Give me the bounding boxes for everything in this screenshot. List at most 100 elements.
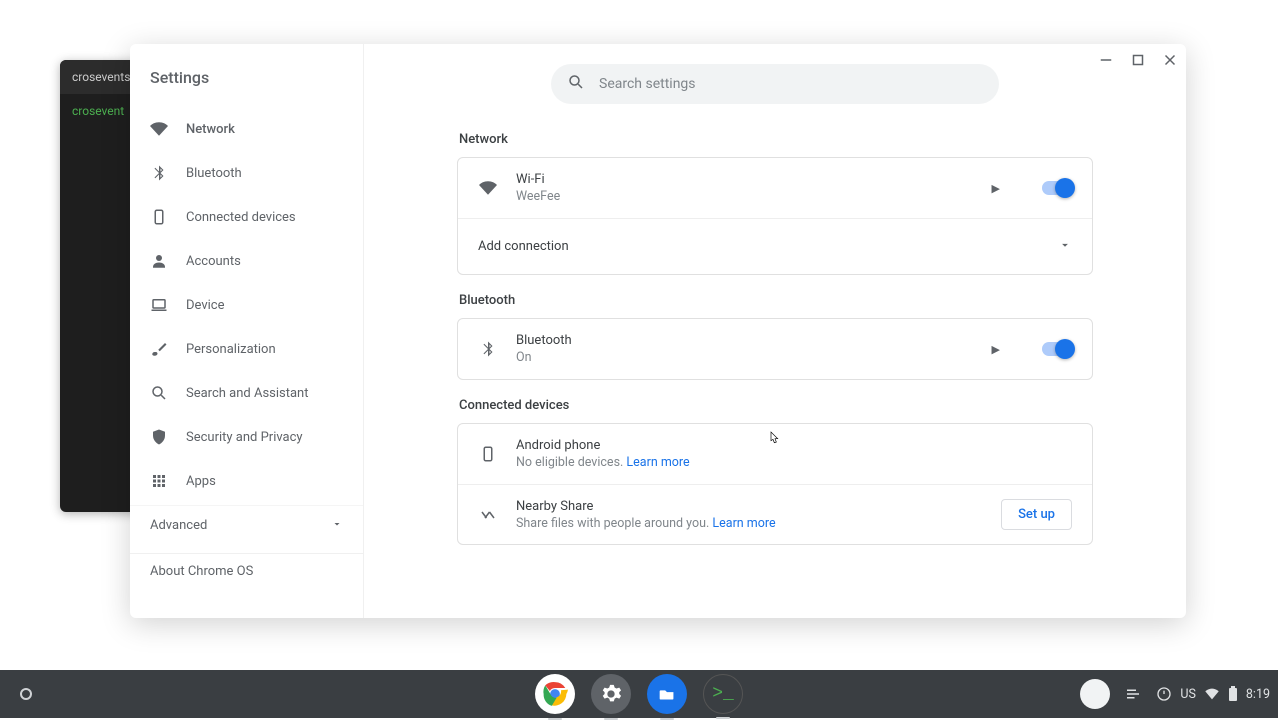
- window-close-button[interactable]: [1154, 44, 1186, 76]
- search-input[interactable]: [599, 76, 983, 92]
- sidebar-about[interactable]: About Chrome OS: [130, 553, 363, 579]
- power-icon: [1156, 686, 1172, 702]
- launcher-button[interactable]: [8, 676, 44, 712]
- nearby-setup-button[interactable]: Set up: [1001, 499, 1072, 530]
- section-heading-network: Network: [457, 132, 1093, 147]
- sidebar: Settings Network Bluetooth Connected dev…: [130, 44, 364, 618]
- status-pill[interactable]: US 8:19: [1156, 686, 1270, 702]
- wifi-ssid: WeeFee: [516, 189, 974, 204]
- window-maximize-button[interactable]: [1122, 44, 1154, 76]
- shelf-app-chrome[interactable]: [535, 674, 575, 714]
- shelf: >_ US 8:19: [0, 670, 1278, 718]
- shelf-app-settings[interactable]: [591, 674, 631, 714]
- bluetooth-toggle[interactable]: [1042, 342, 1072, 356]
- android-learn-more-link[interactable]: Learn more: [626, 455, 689, 470]
- wifi-status-icon: [1204, 686, 1220, 702]
- sidebar-item-label: Accounts: [186, 254, 241, 269]
- settings-window: Settings Network Bluetooth Connected dev…: [130, 44, 1186, 618]
- android-sub-text: No eligible devices.: [516, 455, 626, 470]
- chevron-right-icon: ▶: [992, 182, 1000, 195]
- phone-icon: [478, 445, 498, 463]
- terminal-icon: >_: [712, 684, 734, 704]
- shield-icon: [150, 428, 168, 446]
- chevron-down-icon: [331, 518, 343, 534]
- search-icon: [150, 384, 168, 402]
- sidebar-item-label: Personalization: [186, 342, 276, 357]
- section-network: Network Wi-Fi WeeFee ▶ Add: [457, 132, 1093, 275]
- shelf-app-terminal[interactable]: >_: [703, 674, 743, 714]
- network-card: Wi-Fi WeeFee ▶ Add connection: [457, 157, 1093, 275]
- wifi-toggle[interactable]: [1042, 181, 1072, 195]
- section-connected-devices: Connected devices Android phone No eligi…: [457, 398, 1093, 545]
- bluetooth-icon: [150, 164, 168, 182]
- sidebar-item-personalization[interactable]: Personalization: [130, 327, 363, 371]
- sidebar-advanced[interactable]: Advanced: [130, 505, 363, 545]
- sidebar-item-device[interactable]: Device: [130, 283, 363, 327]
- sidebar-item-label: Security and Privacy: [186, 430, 303, 445]
- clock: 8:19: [1246, 687, 1270, 702]
- about-label: About Chrome OS: [150, 564, 253, 579]
- android-title: Android phone: [516, 438, 1072, 453]
- sidebar-item-label: Bluetooth: [186, 166, 242, 181]
- app-indicator: [716, 717, 730, 719]
- chevron-down-icon: [1058, 238, 1072, 256]
- settings-main: Network Wi-Fi WeeFee ▶ Add: [364, 44, 1186, 618]
- searchbar[interactable]: [551, 64, 999, 104]
- launcher-icon: [20, 688, 32, 700]
- add-connection-row[interactable]: Add connection: [458, 218, 1092, 274]
- terminal-title: crosevents: [72, 70, 130, 84]
- sidebar-item-label: Search and Assistant: [186, 386, 309, 401]
- apps-icon: [150, 472, 168, 490]
- android-phone-row[interactable]: Android phone No eligible devices. Learn…: [458, 424, 1092, 484]
- bluetooth-title: Bluetooth: [516, 333, 974, 348]
- window-controls: [1090, 44, 1186, 76]
- recent-apps-icon[interactable]: [1124, 685, 1142, 703]
- sidebar-item-bluetooth[interactable]: Bluetooth: [130, 151, 363, 195]
- nearby-learn-more-link[interactable]: Learn more: [712, 516, 775, 531]
- wifi-icon: [150, 120, 168, 138]
- connected-devices-card: Android phone No eligible devices. Learn…: [457, 423, 1093, 545]
- section-bluetooth: Bluetooth Bluetooth On ▶: [457, 293, 1093, 380]
- sidebar-item-security-privacy[interactable]: Security and Privacy: [130, 415, 363, 459]
- bluetooth-card: Bluetooth On ▶: [457, 318, 1093, 380]
- nearby-share-icon: [478, 506, 498, 524]
- search-icon: [567, 73, 585, 95]
- android-sub: No eligible devices. Learn more: [516, 455, 1072, 470]
- status-tray[interactable]: US 8:19: [1080, 679, 1270, 709]
- avatar[interactable]: [1080, 679, 1110, 709]
- sidebar-item-apps[interactable]: Apps: [130, 459, 363, 503]
- nearby-title: Nearby Share: [516, 499, 983, 514]
- phone-icon: [150, 208, 168, 226]
- bluetooth-row[interactable]: Bluetooth On ▶: [458, 319, 1092, 379]
- terminal-prompt: crosevent: [72, 104, 124, 118]
- sidebar-item-connected-devices[interactable]: Connected devices: [130, 195, 363, 239]
- add-connection-label: Add connection: [478, 239, 569, 254]
- ime-label: US: [1180, 687, 1196, 702]
- laptop-icon: [150, 296, 168, 314]
- battery-icon: [1228, 686, 1238, 702]
- section-heading-connected: Connected devices: [457, 398, 1093, 413]
- person-icon: [150, 252, 168, 270]
- chevron-right-icon: ▶: [992, 343, 1000, 356]
- window-minimize-button[interactable]: [1090, 44, 1122, 76]
- sidebar-item-label: Apps: [186, 474, 216, 489]
- wifi-row[interactable]: Wi-Fi WeeFee ▶: [458, 158, 1092, 218]
- bluetooth-icon: [478, 340, 498, 358]
- sidebar-item-label: Device: [186, 298, 225, 313]
- nearby-sub-text: Share files with people around you.: [516, 516, 712, 531]
- shelf-app-files[interactable]: [647, 674, 687, 714]
- nearby-sub: Share files with people around you. Lear…: [516, 516, 983, 531]
- section-heading-bluetooth: Bluetooth: [457, 293, 1093, 308]
- wifi-icon: [478, 179, 498, 197]
- advanced-label: Advanced: [150, 518, 207, 533]
- sidebar-item-accounts[interactable]: Accounts: [130, 239, 363, 283]
- bluetooth-status: On: [516, 350, 974, 365]
- nearby-share-row: Nearby Share Share files with people aro…: [458, 484, 1092, 544]
- sidebar-item-label: Connected devices: [186, 210, 296, 225]
- wifi-title: Wi-Fi: [516, 172, 974, 187]
- sidebar-item-label: Network: [186, 122, 235, 137]
- brush-icon: [150, 340, 168, 358]
- sidebar-item-search-assistant[interactable]: Search and Assistant: [130, 371, 363, 415]
- shelf-apps: >_: [535, 674, 743, 714]
- sidebar-item-network[interactable]: Network: [130, 107, 363, 151]
